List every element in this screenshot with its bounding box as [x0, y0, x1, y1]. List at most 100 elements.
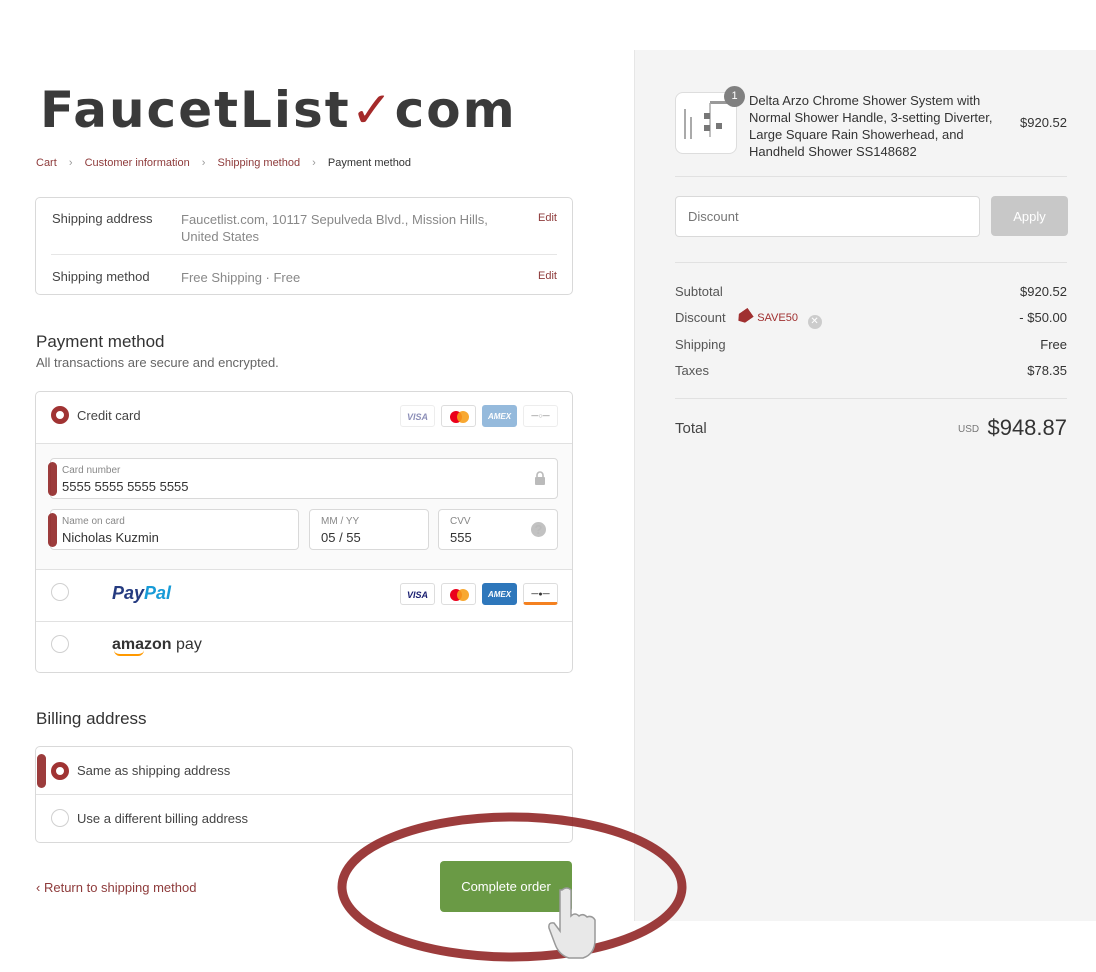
- different-billing-radio[interactable]: [51, 809, 69, 827]
- payment-options-box: Credit card VISA AMEX —○— Card number 55…: [35, 391, 573, 673]
- logo-text-suffix: com: [394, 81, 517, 139]
- discount-code: SAVE50: [757, 312, 798, 324]
- shipping-address-value: Faucetlist.com, 10117 Sepulveda Blvd., M…: [181, 212, 488, 244]
- payment-method-subtitle: All transactions are secure and encrypte…: [36, 355, 279, 370]
- shower-system-icon: [684, 101, 728, 139]
- different-billing-label: Use a different billing address: [77, 811, 249, 826]
- review-box: Shipping address Faucetlist.com, 10117 S…: [35, 197, 573, 295]
- taxes-label: Taxes: [675, 363, 709, 378]
- accepted-cards: VISA AMEX —○—: [400, 405, 558, 427]
- breadcrumb-payment-method: Payment method: [327, 157, 412, 169]
- amazon-smile-icon: [114, 650, 144, 656]
- subtotal-row: Subtotal $920.52: [675, 284, 1067, 302]
- amazon-pay-radio[interactable]: [51, 635, 69, 653]
- total-label: Total: [675, 420, 707, 437]
- card-number-value: 5555 5555 5555 5555: [62, 479, 189, 494]
- tag-icon: [735, 308, 754, 326]
- chevron-right-icon: ›: [201, 157, 206, 169]
- expiry-field[interactable]: MM / YY 05 / 55: [309, 509, 429, 550]
- return-to-shipping-label: Return to shipping method: [43, 880, 197, 895]
- remove-icon[interactable]: ✕: [807, 315, 822, 329]
- logo-text: FaucetList: [40, 81, 351, 139]
- breadcrumb-customer-information[interactable]: Customer information: [85, 157, 190, 169]
- visa-icon: VISA: [400, 583, 435, 605]
- subtotal-value: $920.52: [1020, 284, 1067, 299]
- shipping-label: Shipping: [675, 337, 726, 352]
- return-to-shipping-link[interactable]: ‹ Return to shipping method: [36, 880, 196, 895]
- shipping-address-label: Shipping address: [52, 211, 153, 226]
- total-value: $948.87: [987, 415, 1067, 440]
- chevron-left-icon: ‹: [36, 880, 41, 895]
- amex-icon: AMEX: [482, 583, 517, 605]
- discover-icon: —●—: [523, 583, 558, 605]
- divider: [675, 176, 1067, 177]
- name-on-card-value: Nicholas Kuzmin: [62, 530, 159, 545]
- order-summary-sidebar: 1 Delta Arzo Chrome Shower System with N…: [634, 50, 1096, 921]
- divider: [36, 621, 572, 622]
- faucetlist-logo[interactable]: FaucetList✓com: [40, 82, 517, 138]
- cvv-field[interactable]: CVV 555 ?: [438, 509, 558, 550]
- billing-options-box: Same as shipping address Use a different…: [35, 746, 573, 843]
- discount-row: Discount SAVE50 ✕ - $50.00: [675, 310, 1067, 329]
- product-line-item: 1 Delta Arzo Chrome Shower System with N…: [675, 86, 1067, 159]
- cvv-label: CVV: [450, 516, 471, 527]
- check-icon: ✓: [350, 81, 395, 139]
- cvv-value: 555: [450, 530, 472, 545]
- shipping-value: Free: [1040, 337, 1067, 352]
- paypal-accepted-cards: VISA AMEX —●—: [400, 583, 558, 605]
- product-price: $920.52: [1020, 115, 1067, 130]
- help-icon[interactable]: ?: [531, 522, 546, 537]
- subtotal-label: Subtotal: [675, 284, 723, 299]
- breadcrumb-cart[interactable]: Cart: [36, 157, 57, 169]
- product-thumbnail: 1: [675, 86, 745, 154]
- credit-card-radio[interactable]: [51, 406, 69, 424]
- amazon-pay-logo-text-suffix: pay: [171, 636, 202, 653]
- card-number-field[interactable]: Card number 5555 5555 5555 5555: [50, 458, 558, 499]
- paypal-logo-text: Pay: [112, 583, 145, 603]
- chevron-right-icon: ›: [68, 157, 73, 169]
- taxes-value: $78.35: [1027, 363, 1067, 378]
- expiry-value: 05 / 55: [321, 530, 361, 545]
- product-name: Delta Arzo Chrome Shower System with Nor…: [749, 93, 993, 159]
- lock-icon: [534, 471, 546, 488]
- divider: [675, 398, 1067, 399]
- same-as-shipping-radio[interactable]: [51, 762, 69, 780]
- annotation-mark: [48, 462, 57, 496]
- taxes-row: Taxes $78.35: [675, 363, 1067, 381]
- divider: [675, 262, 1067, 263]
- divider: [36, 794, 572, 795]
- name-on-card-label: Name on card: [62, 516, 125, 527]
- discount-code-input[interactable]: [675, 196, 980, 237]
- divider: [51, 254, 557, 255]
- breadcrumb-shipping-method[interactable]: Shipping method: [218, 157, 301, 169]
- visa-icon: VISA: [400, 405, 435, 427]
- payment-method-title: Payment method: [36, 332, 165, 351]
- mastercard-icon: [441, 583, 476, 605]
- discount-code-tag: SAVE50: [737, 311, 798, 324]
- total-currency: USD: [958, 424, 980, 435]
- quantity-badge: 1: [724, 86, 745, 107]
- pointing-hand-icon: [548, 887, 596, 959]
- edit-shipping-method-link[interactable]: Edit: [538, 270, 557, 282]
- shipping-row: Shipping Free: [675, 337, 1067, 355]
- discover-icon: —○—: [523, 405, 558, 427]
- expiry-label: MM / YY: [321, 516, 360, 527]
- card-number-label: Card number: [62, 465, 121, 476]
- shipping-method-label: Shipping method: [52, 269, 150, 284]
- paypal-logo-text-suffix: Pal: [144, 583, 172, 603]
- amazon-pay-logo: amazon pay: [112, 636, 202, 656]
- name-on-card-field[interactable]: Name on card Nicholas Kuzmin: [50, 509, 299, 550]
- mastercard-icon: [441, 405, 476, 427]
- credit-card-label: Credit card: [77, 408, 141, 423]
- apply-discount-button[interactable]: Apply: [991, 196, 1068, 236]
- paypal-radio[interactable]: [51, 583, 69, 601]
- credit-card-form: Card number 5555 5555 5555 5555 Name on …: [36, 443, 572, 570]
- paypal-logo: PayPal: [112, 583, 171, 604]
- discount-label: Discount: [675, 310, 726, 325]
- amex-icon: AMEX: [482, 405, 517, 427]
- breadcrumb: Cart › Customer information › Shipping m…: [36, 157, 411, 169]
- edit-shipping-address-link[interactable]: Edit: [538, 212, 557, 224]
- shipping-method-value: Free Shipping · Free: [181, 270, 301, 285]
- discount-value: - $50.00: [1019, 310, 1067, 325]
- chevron-right-icon: ›: [312, 157, 316, 169]
